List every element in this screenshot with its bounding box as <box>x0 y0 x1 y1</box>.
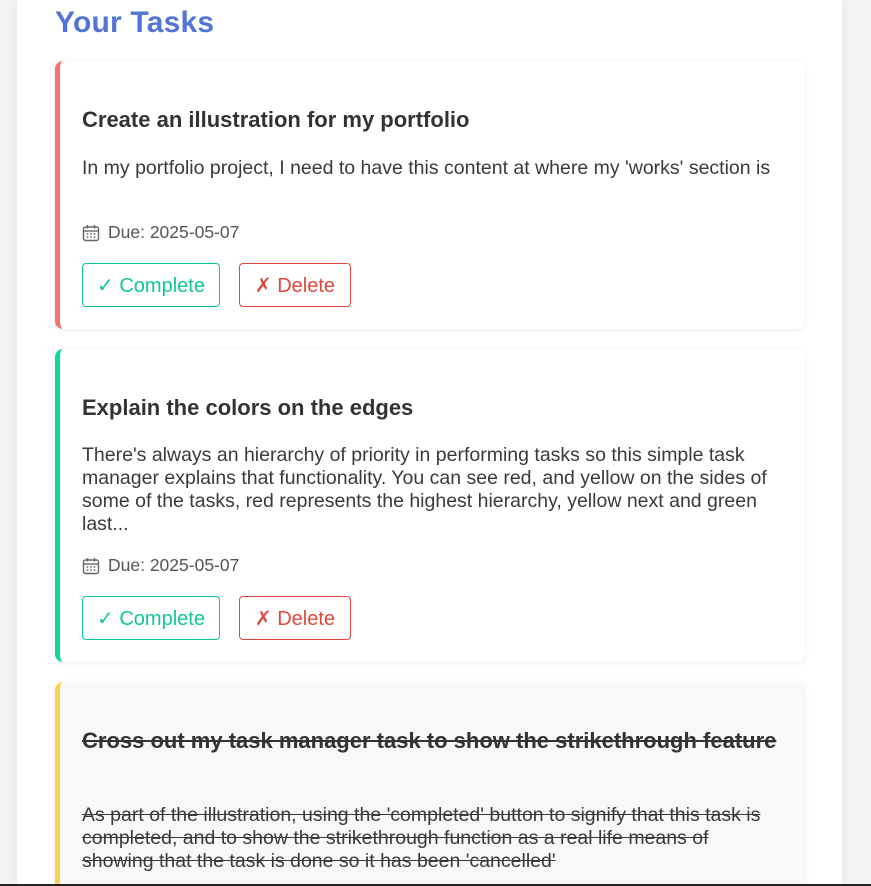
task-description: In my portfolio project, I need to have … <box>82 157 771 179</box>
calendar-icon <box>82 557 100 574</box>
delete-button[interactable]: ✗ Delete <box>239 596 351 640</box>
task-description: As part of the illustration, using the '… <box>82 804 761 872</box>
task-card-completed: Cross out my task manager task to show t… <box>55 682 805 886</box>
task-title: Cross out my task manager task to show t… <box>82 728 777 753</box>
task-card: Explain the colors on the edges There's … <box>55 349 805 662</box>
page-title: Your Tasks <box>55 6 215 39</box>
task-description: There's always an hierarchy of priority … <box>82 444 767 535</box>
due-date: Due: 2025-05-07 <box>82 555 239 576</box>
due-date-text: Due: 2025-05-07 <box>108 555 240 575</box>
task-panel: Your Tasks Create an illustration for my… <box>17 0 842 886</box>
calendar-icon <box>82 224 100 241</box>
due-date-text: Due: 2025-05-07 <box>108 222 240 242</box>
task-title: Explain the colors on the edges <box>82 395 414 420</box>
task-title: Create an illustration for my portfolio <box>82 107 470 132</box>
complete-button[interactable]: ✓ Complete <box>82 263 220 307</box>
task-card: Create an illustration for my portfolio … <box>55 61 805 329</box>
due-date: Due: 2025-05-07 <box>82 222 239 243</box>
complete-button[interactable]: ✓ Complete <box>82 596 220 640</box>
delete-button[interactable]: ✗ Delete <box>239 263 351 307</box>
